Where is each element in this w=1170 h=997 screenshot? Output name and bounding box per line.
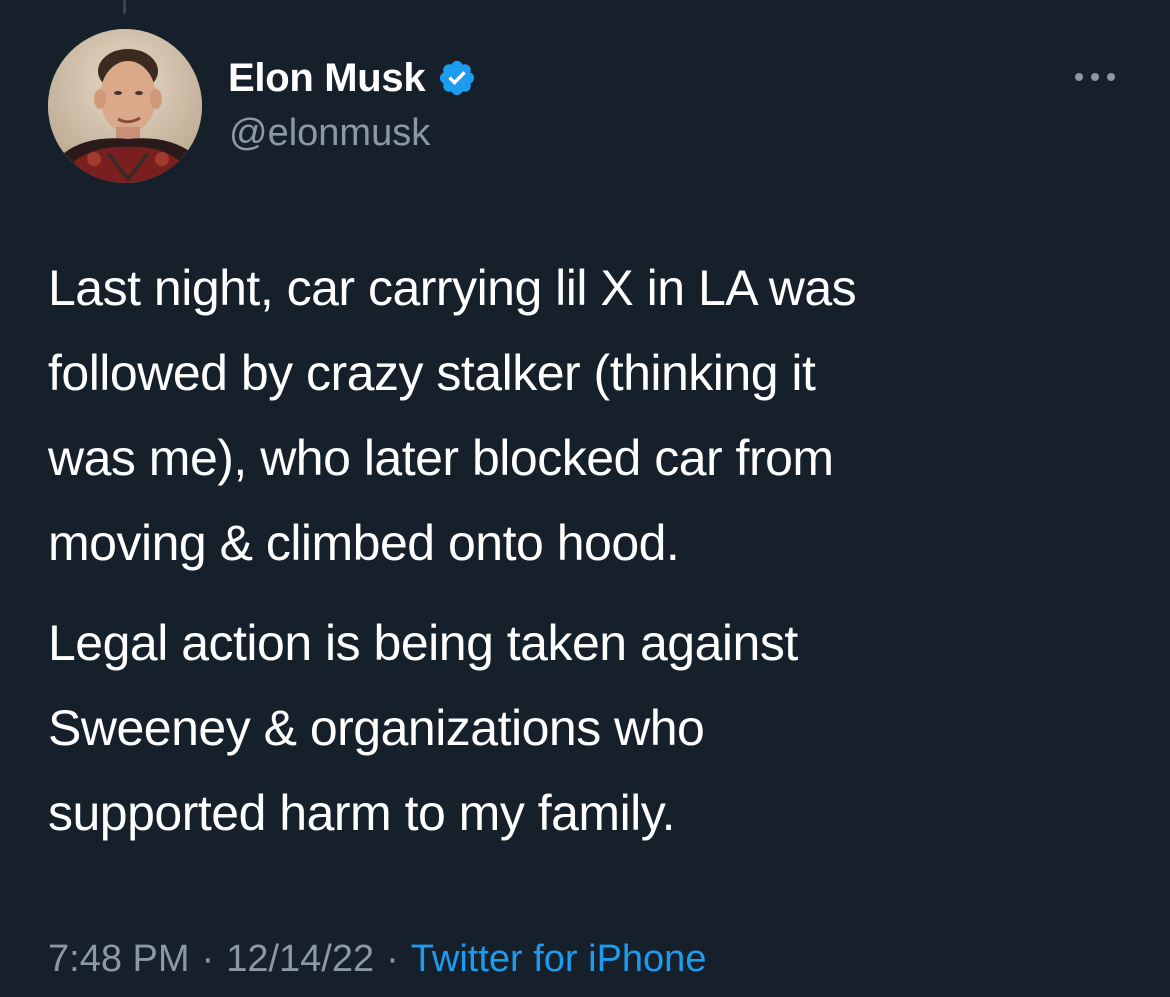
tweet-paragraph: Last night, car carrying lil X in LA was… <box>48 260 857 571</box>
verified-badge-icon <box>440 60 475 96</box>
tweet-metadata: 7:48 PM · 12/14/22 · Twitter for iPhone <box>48 933 706 985</box>
tweet-text: Last night, car carrying lil X in LA was… <box>48 246 1138 856</box>
meta-separator: · <box>201 938 215 980</box>
tweet-time[interactable]: 7:48 PM <box>48 938 190 980</box>
tweet-source-link[interactable]: Twitter for iPhone <box>411 938 707 980</box>
author-display-name[interactable]: Elon Musk <box>228 52 426 104</box>
avatar-photo <box>48 29 202 183</box>
meta-separator: · <box>386 938 399 980</box>
more-options-button[interactable] <box>1070 62 1120 92</box>
thread-connector-line <box>123 0 126 14</box>
author-avatar[interactable] <box>48 29 202 183</box>
author-handle[interactable]: @elonmusk <box>229 108 430 158</box>
tweet-paragraph: Legal action is being taken against Swee… <box>48 615 798 841</box>
tweet-date[interactable]: 12/14/22 <box>226 938 374 980</box>
more-options-icon <box>1075 73 1115 81</box>
author-name-row[interactable]: Elon Musk <box>228 52 477 104</box>
